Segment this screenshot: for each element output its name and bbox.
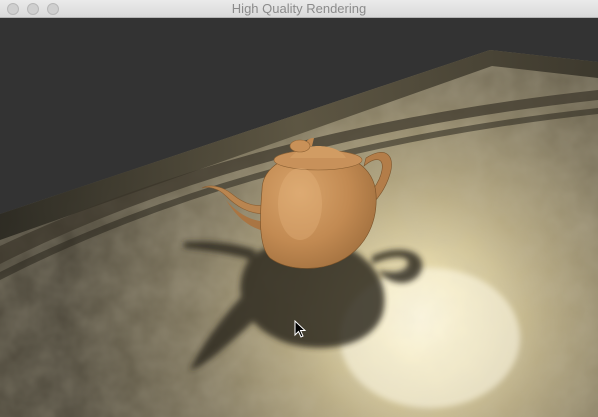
app-window: High Quality Rendering bbox=[0, 0, 598, 417]
window-title: High Quality Rendering bbox=[231, 1, 367, 16]
render-viewport[interactable] bbox=[0, 18, 598, 417]
scene-canvas bbox=[0, 18, 598, 417]
title-bar[interactable]: High Quality Rendering bbox=[0, 0, 598, 18]
